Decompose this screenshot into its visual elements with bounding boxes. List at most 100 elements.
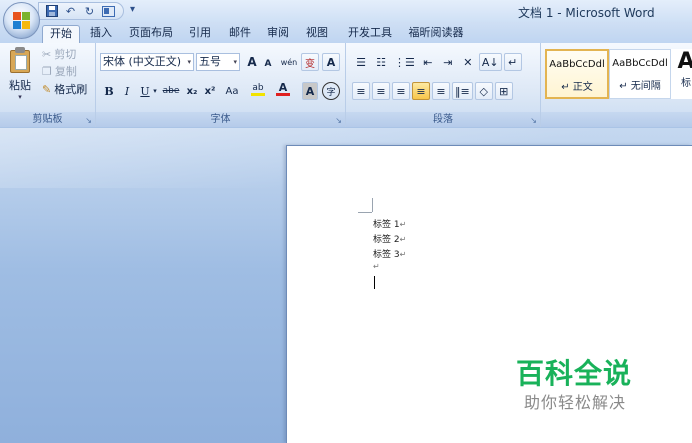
tab-home[interactable]: 开始 — [42, 25, 80, 43]
align-left-icon[interactable]: ≡ — [352, 82, 370, 100]
style-name: ↵ 无间隔 — [619, 81, 661, 92]
increase-indent-icon[interactable]: ⇥ — [439, 53, 457, 71]
qat-customize-icon[interactable]: ▾ — [130, 4, 135, 15]
font-color-button[interactable]: A — [274, 80, 292, 98]
watermark-title: 百科全说 — [516, 357, 633, 390]
format-painter-button[interactable]: ✎ 格式刷 — [42, 81, 87, 97]
sort-icon[interactable]: A↓ — [478, 53, 502, 71]
line-text: 标签 2 — [373, 235, 400, 245]
distributed-icon[interactable]: ≡ — [432, 82, 450, 100]
tab-foxit-reader[interactable]: 福昕阅读器 — [404, 25, 468, 43]
character-border-button[interactable]: A — [322, 53, 340, 71]
copy-icon: ❐ — [42, 64, 52, 78]
character-shading-button[interactable]: A — [302, 82, 318, 100]
document-line[interactable]: ↵ — [373, 262, 380, 272]
tab-page-layout[interactable]: 页面布局 — [124, 25, 178, 43]
paste-button[interactable]: 粘贴 ▾ — [6, 47, 34, 105]
ribbon: 粘贴 ▾ ✂ 剪切 ❐ 复制 ✎ 格式刷 剪贴板 ↘ 宋体 (中文正文) ▾ 五… — [0, 43, 692, 127]
scissors-icon: ✂ — [42, 47, 52, 61]
paste-dropdown-icon[interactable]: ▾ — [6, 93, 34, 101]
style-no-spacing[interactable]: AaBbCcDdl ↵ 无间隔 — [609, 49, 671, 99]
copy-label: 复制 — [54, 65, 77, 78]
copy-button[interactable]: ❐ 复制 — [42, 63, 77, 79]
line-text: 标签 3 — [373, 250, 400, 260]
clipboard-launcher-icon[interactable]: ↘ — [85, 116, 92, 125]
style-heading[interactable]: A 标 — [671, 49, 692, 99]
bold-button[interactable]: B — [102, 82, 116, 100]
shrink-font-button[interactable]: A — [261, 55, 275, 73]
style-sample: A — [677, 49, 692, 74]
office-logo-icon — [13, 12, 31, 30]
styles-group-label — [541, 112, 692, 127]
font-name-combo[interactable]: 宋体 (中文正文) ▾ — [100, 53, 194, 71]
text-cursor — [374, 276, 375, 289]
chevron-down-icon[interactable]: ▾ — [152, 82, 158, 100]
undo-icon[interactable]: ↶ — [64, 5, 77, 18]
align-center-icon[interactable]: ≡ — [372, 82, 390, 100]
font-color-swatch — [276, 93, 290, 96]
paragraph-group-label: 段落 — [346, 112, 540, 127]
save-icon[interactable] — [45, 5, 58, 18]
superscript-button[interactable]: x² — [202, 82, 218, 100]
clear-formatting-button[interactable]: 变 — [301, 53, 319, 71]
paintbrush-icon: ✎ — [42, 82, 52, 96]
paragraph-row-2: ≡ ≡ ≡ ≡ ≡ ‖≡ ◇ ⊞ — [352, 82, 513, 100]
print-preview-icon[interactable] — [102, 5, 115, 18]
tab-mailings[interactable]: 邮件 — [226, 25, 254, 43]
tab-view[interactable]: 视图 — [303, 25, 331, 43]
document-page[interactable] — [286, 145, 692, 443]
line-spacing-icon[interactable]: ‖≡ — [452, 82, 473, 100]
phonetic-guide-button[interactable]: wén — [280, 53, 298, 71]
document-line[interactable]: 标签 2↵ — [373, 232, 406, 245]
highlighter-icon: ab — [252, 82, 264, 93]
tab-references[interactable]: 引用 — [186, 25, 214, 43]
italic-button[interactable]: I — [120, 82, 134, 100]
justify-icon[interactable]: ≡ — [412, 82, 430, 100]
paste-label: 粘贴 — [9, 79, 31, 92]
styles-group: AaBbCcDdl ↵ 正文 AaBbCcDdl ↵ 无间隔 A 标 — [541, 43, 692, 127]
quick-access-toolbar: ↶ ↻ — [38, 2, 124, 20]
multilevel-list-icon[interactable]: ⋮☰ — [392, 53, 417, 71]
line-text: 标签 1 — [373, 220, 400, 230]
borders-icon[interactable]: ⊞ — [494, 82, 513, 100]
office-button[interactable] — [3, 2, 40, 39]
redo-icon[interactable]: ↻ — [83, 5, 96, 18]
clipboard-group: 粘贴 ▾ ✂ 剪切 ❐ 复制 ✎ 格式刷 剪贴板 ↘ — [0, 43, 96, 127]
paragraph-mark-icon: ↵ — [399, 235, 407, 244]
font-group-label: 字体 — [96, 112, 345, 127]
align-right-icon[interactable]: ≡ — [392, 82, 410, 100]
title-bar: ↶ ↻ ▾ 文档 1 - Microsoft Word — [0, 0, 692, 22]
font-color-letter: A — [278, 81, 288, 94]
document-line[interactable]: 标签 3↵ — [373, 247, 406, 260]
show-paragraph-marks-icon[interactable]: ↵ — [503, 53, 522, 71]
tab-developer[interactable]: 开发工具 — [343, 25, 397, 43]
change-case-button[interactable]: Aa — [222, 82, 242, 100]
ribbon-tabs: 开始 插入 页面布局 引用 邮件 审阅 视图 开发工具 福昕阅读器 — [0, 22, 692, 43]
font-name-value: 宋体 (中文正文) — [103, 55, 182, 68]
highlight-button[interactable]: ab — [248, 80, 268, 98]
tab-review[interactable]: 审阅 — [264, 25, 292, 43]
font-launcher-icon[interactable]: ↘ — [335, 116, 342, 125]
grow-font-button[interactable]: A — [244, 53, 260, 71]
style-normal[interactable]: AaBbCcDdl ↵ 正文 — [545, 49, 609, 99]
enclose-characters-button[interactable]: 字 — [322, 82, 340, 100]
shading-bucket-icon[interactable]: ◇ — [474, 82, 493, 100]
paste-icon — [9, 47, 31, 73]
numbering-icon[interactable]: ☷ — [372, 53, 390, 71]
font-size-combo[interactable]: 五号 ▾ — [196, 53, 240, 71]
bullets-icon[interactable]: ☰ — [352, 53, 370, 71]
style-sample: AaBbCcDdl — [612, 58, 668, 69]
decrease-indent-icon[interactable]: ⇤ — [419, 53, 437, 71]
highlight-color-swatch — [251, 92, 265, 96]
document-line[interactable]: 标签 1↵ — [373, 217, 406, 230]
style-sample: AaBbCcDdl — [549, 59, 605, 70]
subscript-button[interactable]: x₂ — [184, 82, 200, 100]
tab-insert[interactable]: 插入 — [86, 25, 116, 43]
margin-corner-mark — [358, 212, 372, 213]
strikethrough-button[interactable]: abe — [160, 82, 182, 100]
underline-button[interactable]: U — [138, 82, 152, 100]
asian-layout-icon[interactable]: ✕ — [459, 53, 477, 71]
chevron-down-icon: ▾ — [233, 58, 237, 66]
paragraph-launcher-icon[interactable]: ↘ — [530, 116, 537, 125]
cut-button[interactable]: ✂ 剪切 — [42, 46, 76, 62]
